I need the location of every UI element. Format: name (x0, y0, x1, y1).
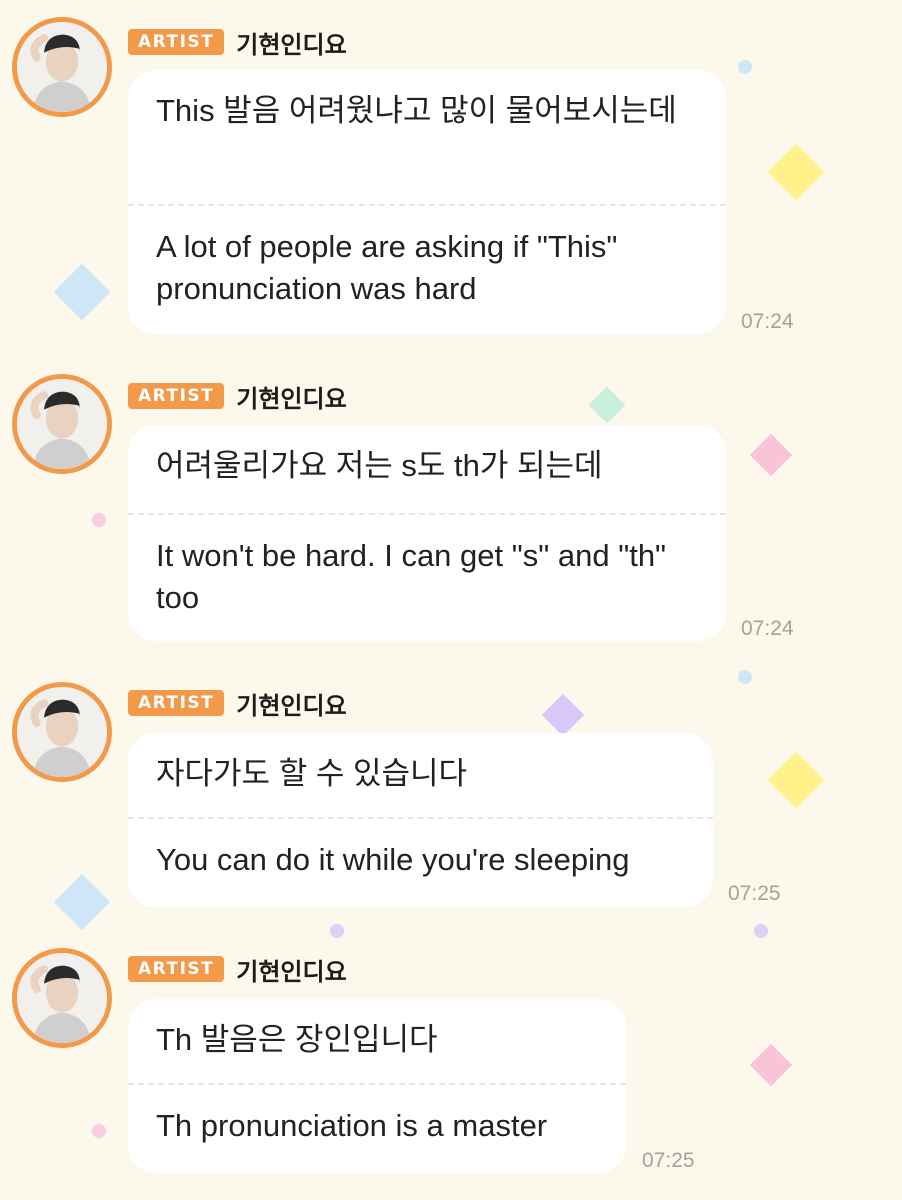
dot-decoration (92, 513, 106, 527)
translation-text: A lot of people are asking if "This" pro… (156, 229, 618, 306)
dot-decoration (738, 670, 752, 684)
profile-photo-icon (17, 379, 107, 469)
original-text: This 발음 어려웠냐고 많이 물어보시는데 (156, 93, 677, 128)
timestamp: 07:25 (728, 882, 781, 905)
message-bubble[interactable]: 어려울리가요 저는 s도 th가 되는데 It won't be hard. I… (128, 425, 726, 641)
message-header: ARTIST 기현인디요 (128, 379, 347, 414)
artist-badge: ARTIST (128, 383, 225, 409)
heart-decoration (767, 751, 825, 809)
avatar[interactable] (12, 682, 112, 782)
original-text: 어려울리가요 저는 s도 th가 되는데 (156, 448, 603, 483)
timestamp: 07:24 (741, 310, 794, 333)
dot-decoration (330, 924, 344, 938)
avatar[interactable] (12, 374, 112, 474)
heart-decoration (749, 1043, 793, 1087)
avatar[interactable] (12, 17, 112, 117)
dot-decoration (754, 924, 768, 938)
sender-name[interactable]: 기현인디요 (236, 952, 346, 987)
sender-name[interactable]: 기현인디요 (236, 379, 346, 414)
heart-decoration (53, 873, 111, 931)
message-header: ARTIST 기현인디요 (128, 686, 347, 721)
heart-decoration (767, 143, 825, 201)
artist-badge: ARTIST (128, 956, 225, 982)
original-text: Th 발음은 장인입니다 (156, 1022, 438, 1057)
dot-decoration (738, 60, 752, 74)
profile-photo-icon (17, 687, 107, 777)
heart-decoration (541, 693, 585, 737)
artist-badge: ARTIST (128, 29, 225, 55)
message-bubble[interactable]: Th 발음은 장인입니다 Th pronunciation is a maste… (128, 999, 626, 1173)
sender-name[interactable]: 기현인디요 (236, 25, 346, 60)
message-bubble[interactable]: This 발음 어려웠냐고 많이 물어보시는데 A lot of people … (128, 70, 726, 334)
timestamp: 07:24 (741, 617, 794, 640)
translation-text: You can do it while you're sleeping (156, 842, 630, 877)
profile-photo-icon (17, 953, 107, 1043)
translation-text: Th pronunciation is a master (156, 1108, 548, 1143)
avatar[interactable] (12, 948, 112, 1048)
translation-text: It won't be hard. I can get "s" and "th"… (156, 538, 667, 615)
message-bubble[interactable]: 자다가도 할 수 있습니다 You can do it while you're… (128, 733, 713, 907)
heart-decoration (749, 433, 793, 477)
timestamp: 07:25 (642, 1149, 695, 1172)
dot-decoration (92, 1124, 106, 1138)
message-header: ARTIST 기현인디요 (128, 25, 347, 60)
sender-name[interactable]: 기현인디요 (236, 686, 346, 721)
profile-photo-icon (17, 22, 107, 112)
original-text: 자다가도 할 수 있습니다 (156, 756, 468, 791)
heart-decoration (53, 263, 111, 321)
artist-badge: ARTIST (128, 690, 225, 716)
message-header: ARTIST 기현인디요 (128, 952, 347, 987)
heart-decoration (588, 386, 626, 424)
